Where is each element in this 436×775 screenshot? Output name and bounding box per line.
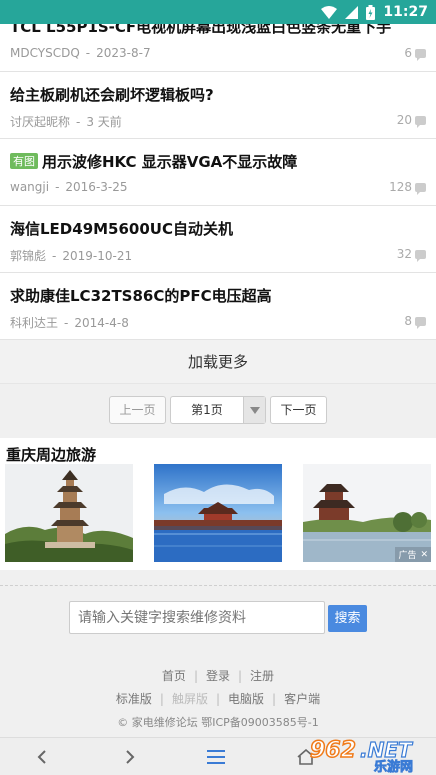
footer-link-register[interactable]: 注册 [250, 669, 274, 683]
travel-title[interactable]: 重庆周边旅游 [6, 444, 96, 465]
reply-count-value: 8 [404, 314, 412, 328]
reply-count: 32 [396, 247, 426, 262]
menu-button[interactable] [196, 738, 236, 775]
watermark-text-net: .NET [360, 738, 413, 762]
image-tag: 有图 [10, 153, 38, 169]
thread-item[interactable]: 海信LED49M5600UC自动关机 郭锦彪 -2019-10-21 32 [0, 206, 436, 273]
thread-meta: 科利达王 -2014-4-8 [10, 316, 129, 330]
forward-button[interactable] [110, 738, 150, 775]
divider [0, 585, 436, 586]
pagoda-image[interactable] [5, 464, 133, 562]
reply-count-value: 6 [404, 46, 412, 60]
thread-meta: 郭锦彪 -2019-10-21 [10, 249, 133, 263]
lake-pavilion-image[interactable]: 广告 ✕ [303, 464, 431, 562]
load-more-button[interactable]: 加载更多 [0, 340, 436, 384]
footer-link-home[interactable]: 首页 [162, 669, 186, 683]
thread-meta: 讨厌起昵称 -3 天前 [10, 115, 122, 129]
thread-date: 2023-8-7 [96, 46, 151, 60]
reply-count: 20 [396, 113, 426, 128]
thread-author[interactable]: 郭锦彪 [10, 249, 46, 263]
watermark-text-name: 乐游网 [374, 759, 413, 773]
comment-icon [415, 316, 426, 329]
thread-title[interactable]: 给主板刷机还会刷坏逻辑板吗? [10, 84, 214, 105]
comment-icon [415, 249, 426, 262]
thread-author[interactable]: 讨厌起昵称 [10, 115, 70, 129]
footer-links: 首页 | 登录 | 注册 [161, 669, 275, 683]
thread-title[interactable]: 有图 用示波修HKC 显示器VGA不显示故障 [10, 151, 297, 172]
status-time: 11:27 [383, 4, 428, 20]
watermark-text-962: 962 [310, 738, 356, 763]
thread-title[interactable]: 海信LED49M5600UC自动关机 [10, 218, 233, 239]
thread-meta: MDCYSCDQ -2023-8-7 [10, 46, 151, 60]
ad-badge[interactable]: 广告 ✕ [395, 547, 431, 562]
footer-link-client[interactable]: 客户端 [284, 692, 320, 706]
thread-date: 2014-4-8 [74, 316, 129, 330]
prev-page-button[interactable]: 上一页 [109, 396, 166, 424]
thread-item[interactable]: 求助康佳LC32TS86C的PFC电压超高 科利达王 -2014-4-8 8 [0, 273, 436, 340]
wifi-icon [321, 5, 338, 19]
thread-author[interactable]: 科利达王 [10, 316, 58, 330]
thread-item[interactable]: 有图 用示波修HKC 显示器VGA不显示故障 wangji -2016-3-25 1… [0, 139, 436, 206]
signal-icon [345, 5, 359, 19]
thread-item[interactable]: 给主板刷机还会刷坏逻辑板吗? 讨厌起昵称 -3 天前 20 [0, 72, 436, 139]
next-page-button[interactable]: 下一页 [270, 396, 327, 424]
menu-icon [207, 750, 225, 764]
page-select[interactable]: 第1页 [170, 396, 266, 424]
thread-title[interactable]: 求助康佳LC32TS86C的PFC电压超高 [10, 285, 272, 306]
footer-version-links: 标准版 | 触屏版 | 电脑版 | 客户端 [115, 692, 321, 706]
chevron-down-icon [243, 397, 265, 423]
thread-list: TCL L55P1S-CF电视机屏幕出现浅蓝白色竖条无重下手 MDCYSCDQ -… [0, 0, 436, 340]
back-button[interactable] [22, 738, 62, 775]
battery-icon [366, 4, 376, 20]
page-select-value: 第1页 [191, 403, 223, 417]
close-icon[interactable]: ✕ [420, 550, 428, 560]
reply-count: 6 [404, 46, 426, 61]
copyright: © 家电维修论坛 鄂ICP备09003585号-1 [117, 716, 319, 729]
footer-link-login[interactable]: 登录 [206, 669, 230, 683]
footer-link-standard[interactable]: 标准版 [116, 692, 152, 706]
thread-date: 2019-10-21 [62, 249, 133, 263]
status-bar: 11:27 [0, 0, 436, 24]
footer-link-desktop[interactable]: 电脑版 [228, 692, 264, 706]
comment-icon [415, 48, 426, 61]
palace-image[interactable] [154, 464, 282, 562]
pagination: 上一页 第1页 下一页 [0, 396, 436, 424]
search-input[interactable] [69, 601, 325, 634]
ad-label: 广告 [398, 551, 417, 561]
thread-author[interactable]: wangji [10, 180, 49, 194]
bottom-nav: 962 .NET 乐游网 [0, 737, 436, 775]
thread-meta: wangji -2016-3-25 [10, 180, 128, 194]
chevron-right-icon [126, 750, 135, 764]
reply-count-value: 20 [396, 113, 412, 127]
reply-count-value: 32 [396, 247, 412, 261]
thread-date: 2016-3-25 [65, 180, 128, 194]
thread-title-text[interactable]: 用示波修HKC 显示器VGA不显示故障 [42, 153, 297, 171]
thread-author[interactable]: MDCYSCDQ [10, 46, 80, 60]
footer-link-touch: 触屏版 [171, 692, 208, 706]
comment-icon [415, 182, 426, 195]
reply-count: 8 [404, 314, 426, 329]
chevron-left-icon [37, 750, 46, 764]
comment-icon [415, 115, 426, 128]
site-watermark-logo: 962 .NET 乐游网 [304, 733, 432, 775]
thread-date: 3 天前 [86, 115, 122, 129]
travel-ad-block: 重庆周边旅游 广告 ✕ [0, 438, 436, 570]
search-button[interactable]: 搜索 [328, 605, 367, 632]
reply-count: 128 [389, 180, 426, 195]
reply-count-value: 128 [389, 180, 412, 194]
